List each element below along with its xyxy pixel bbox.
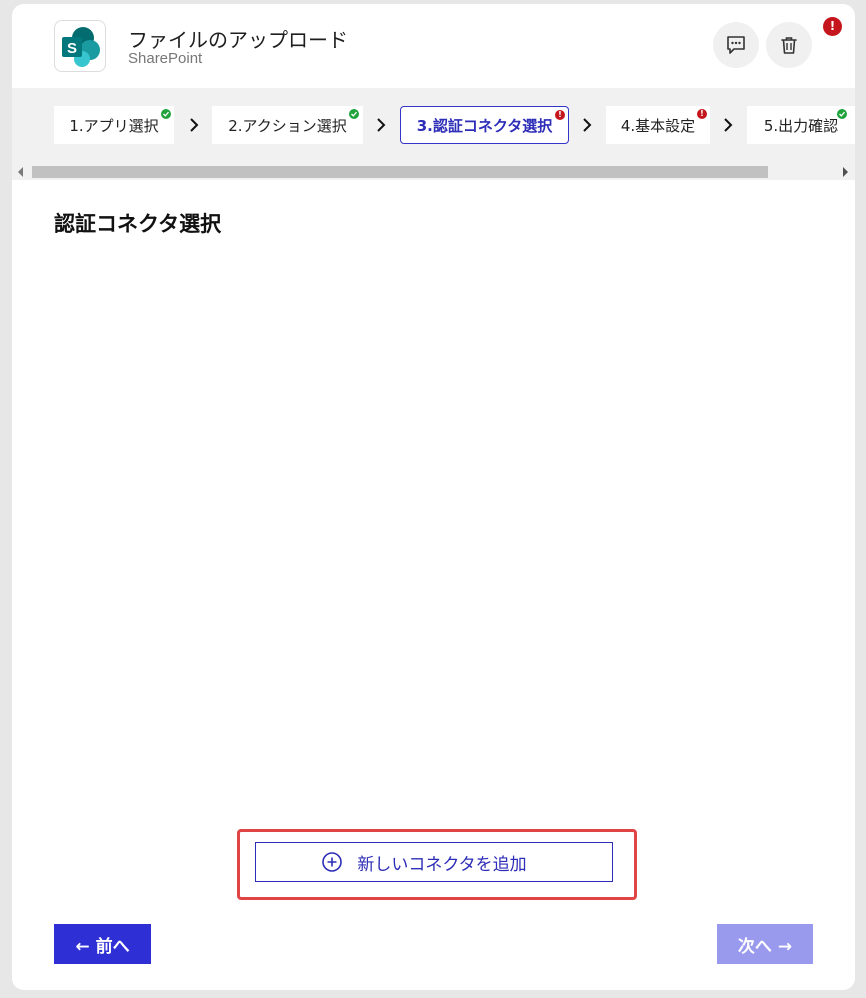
check-icon: [349, 109, 359, 119]
add-connector-button[interactable]: 新しいコネクタを追加: [255, 842, 613, 882]
step-label: 1.アプリ選択: [69, 116, 159, 135]
plus-circle-icon: [322, 852, 343, 872]
error-alert-badge: !: [823, 17, 842, 36]
scroll-right-icon[interactable]: [843, 167, 848, 177]
next-button[interactable]: 次へ →: [717, 924, 813, 964]
chevron-right-icon: [583, 118, 592, 132]
check-icon: [161, 109, 171, 119]
svg-text:S: S: [67, 40, 77, 57]
step-action-select[interactable]: 2.アクション選択: [212, 106, 363, 144]
step-output-confirm[interactable]: 5.出力確認: [747, 106, 855, 144]
scroll-left-icon[interactable]: [18, 167, 23, 177]
section-title: 認証コネクタ選択: [54, 212, 222, 236]
step-auth-connector-select[interactable]: 3.認証コネクタ選択 !: [400, 106, 569, 144]
sharepoint-logo-icon: S: [62, 27, 100, 67]
prev-button[interactable]: ← 前へ: [54, 924, 151, 964]
step-basic-settings[interactable]: 4.基本設定 !: [606, 106, 710, 144]
delete-button[interactable]: [766, 22, 812, 68]
step-navigation: 1.アプリ選択 2.アクション選択 3.認証コネクタ選択 ! 4.基本設定 !: [12, 88, 855, 180]
scrollbar-thumb[interactable]: [32, 166, 768, 178]
step-label: 2.アクション選択: [228, 116, 347, 135]
check-icon: [837, 109, 847, 119]
chat-bubble-icon: [727, 36, 745, 54]
step-label: 3.認証コネクタ選択: [416, 116, 553, 135]
error-icon: !: [555, 110, 565, 120]
app-title: ファイルのアップロード: [128, 28, 348, 52]
chevron-right-icon: [377, 118, 386, 132]
app-subtitle: SharePoint: [128, 50, 203, 67]
step-app-select[interactable]: 1.アプリ選択: [54, 106, 174, 144]
chevron-right-icon: [190, 118, 199, 132]
error-icon: !: [697, 109, 707, 119]
upload-dialog: S ファイルのアップロード SharePoint ! 1.アプリ選択 2.アクシ…: [12, 4, 855, 990]
step-label: 5.出力確認: [763, 116, 839, 135]
sharepoint-logo: S: [54, 20, 106, 72]
trash-icon: [781, 37, 797, 54]
chevron-right-icon: [724, 118, 733, 132]
add-connector-label: 新しいコネクタを追加: [357, 854, 527, 875]
step-label: 4.基本設定: [620, 116, 696, 135]
comment-button[interactable]: [713, 22, 759, 68]
horizontal-scrollbar[interactable]: [12, 162, 855, 180]
